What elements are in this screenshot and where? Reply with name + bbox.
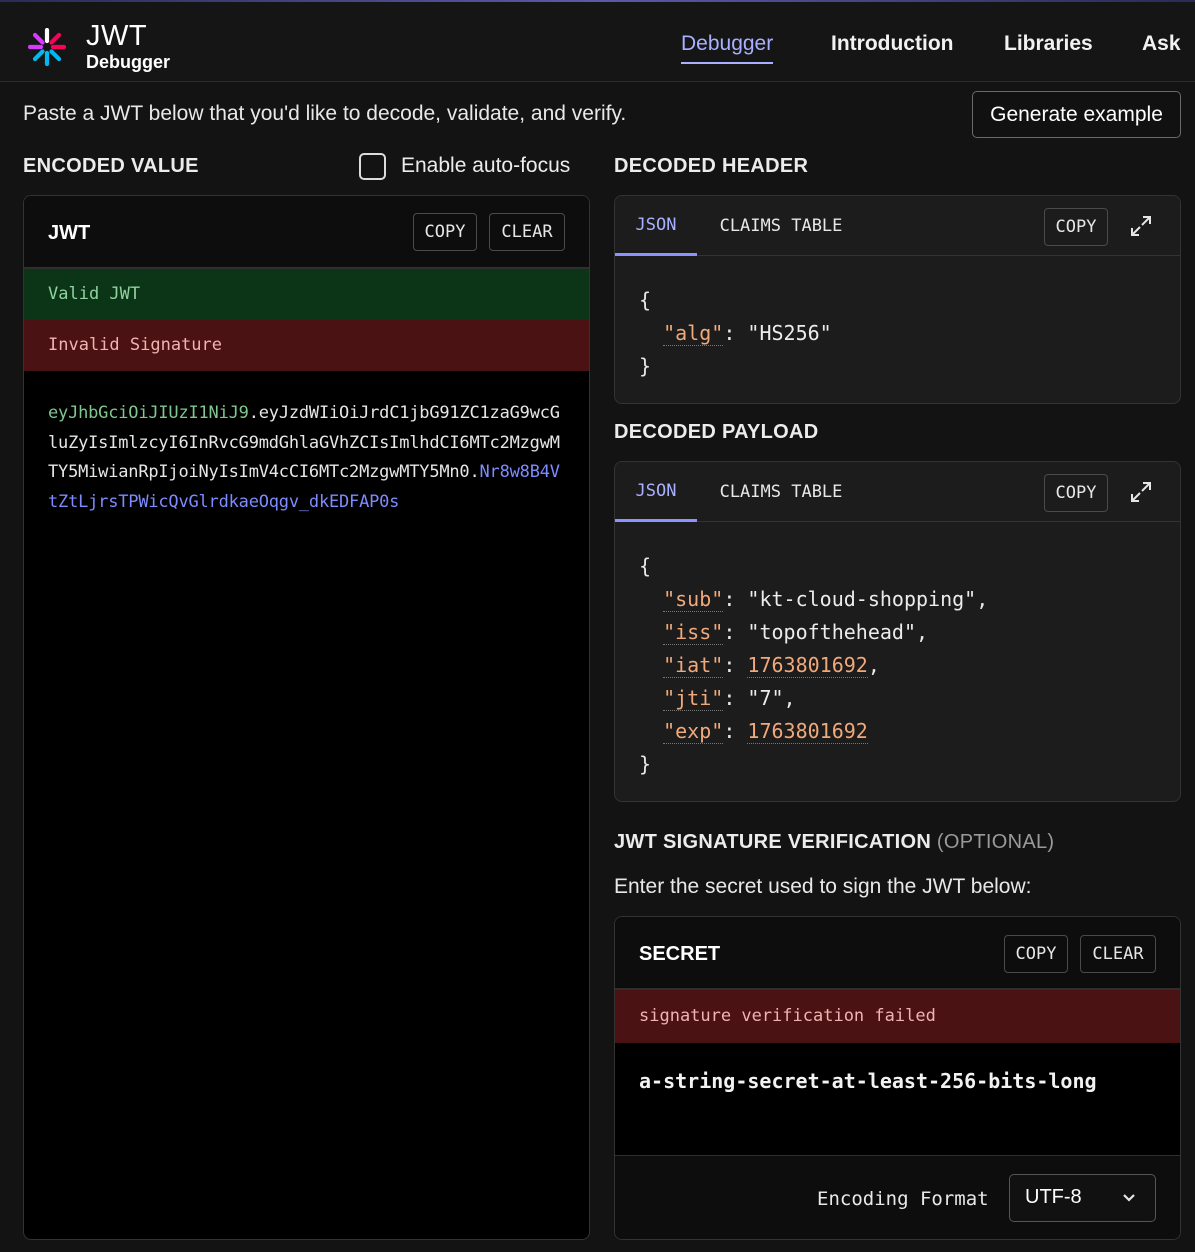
json-value-jti: "7"	[747, 686, 784, 710]
signature-failed-status: signature verification failed	[615, 990, 1180, 1043]
payload-json: { "sub": "kt-cloud-shopping", "iss": "to…	[615, 522, 1180, 801]
nav-link-debugger[interactable]: Debugger	[681, 32, 774, 64]
encoding-format-value: UTF-8	[1025, 1186, 1082, 1208]
header-copy-button[interactable]: COPY	[1044, 208, 1108, 246]
decoded-payload-panel: JSON CLAIMS TABLE COPY { "sub": "kt-clou…	[614, 461, 1181, 802]
header-expand-icon[interactable]	[1129, 214, 1153, 238]
json-key-iss: "iss"	[663, 620, 724, 645]
secret-clear-button[interactable]: CLEAR	[1080, 935, 1156, 973]
secret-input[interactable]: a-string-secret-at-least-256-bits-long	[639, 1069, 1097, 1093]
nav-link-libraries[interactable]: Libraries	[1004, 32, 1093, 56]
header-tabs: JSON CLAIMS TABLE COPY	[615, 196, 1180, 256]
json-key-alg: "alg"	[663, 321, 724, 346]
header-tab-claims-table[interactable]: CLAIMS TABLE	[711, 196, 851, 256]
brand-subtitle: Debugger	[86, 52, 171, 72]
jwt-panel-title: JWT	[48, 222, 91, 244]
invalid-signature-status: Invalid Signature	[24, 320, 589, 371]
header-tab-json[interactable]: JSON	[615, 196, 697, 256]
signature-verification-title: JWT SIGNATURE VERIFICATION (OPTIONAL)	[614, 831, 1054, 854]
json-close-brace: }	[639, 752, 652, 776]
nav-link-ask[interactable]: Ask	[1142, 32, 1181, 56]
jwt-clear-button[interactable]: CLEAR	[489, 213, 565, 251]
encoding-format-select[interactable]: UTF-8	[1009, 1174, 1156, 1222]
encoding-format-label: Encoding Format	[817, 1188, 989, 1210]
json-key-jti: "jti"	[663, 686, 724, 711]
payload-tab-json[interactable]: JSON	[615, 462, 697, 522]
encoded-jwt-panel: JWT COPY CLEAR Valid JWT Invalid Signatu…	[23, 195, 590, 1240]
json-close-brace: }	[639, 354, 652, 378]
json-value-exp: 1763801692	[747, 719, 868, 744]
token-dot: .	[248, 403, 259, 423]
json-key-sub: "sub"	[663, 587, 724, 612]
top-nav: JWT Debugger Debugger Introduction Libra…	[0, 2, 1195, 82]
json-value-sub: "kt-cloud-shopping"	[747, 587, 977, 611]
valid-jwt-status: Valid JWT	[24, 269, 589, 320]
secret-panel-title: SECRET	[639, 943, 721, 965]
encoded-token-editor[interactable]: eyJhbGciOiJIUzI1NiJ9.eyJzdWIiOiJrdC1jbG9…	[24, 371, 589, 545]
json-open-brace: {	[639, 554, 652, 578]
signature-title-text: JWT SIGNATURE VERIFICATION	[614, 831, 932, 853]
autofocus-label: Enable auto-focus	[401, 154, 571, 177]
chevron-down-icon	[1123, 1194, 1135, 1202]
enter-secret-label: Enter the secret used to sign the JWT be…	[614, 875, 1032, 898]
json-key-iat: "iat"	[663, 653, 724, 678]
autofocus-checkbox[interactable]	[359, 153, 386, 180]
brand-title: JWT	[86, 20, 148, 52]
encoded-value-title: ENCODED VALUE	[23, 155, 199, 177]
secret-copy-button[interactable]: COPY	[1004, 935, 1068, 973]
token-header-part: eyJhbGciOiJIUzI1NiJ9	[48, 403, 249, 423]
jwt-copy-button[interactable]: COPY	[413, 213, 477, 251]
nav-link-introduction[interactable]: Introduction	[831, 32, 953, 56]
generate-example-button[interactable]: Generate example	[972, 91, 1181, 138]
json-key-exp: "exp"	[663, 719, 724, 744]
json-open-brace: {	[639, 288, 652, 312]
payload-expand-icon[interactable]	[1129, 480, 1153, 504]
payload-tab-claims-table[interactable]: CLAIMS TABLE	[711, 462, 851, 522]
jwt-panel-header: JWT COPY CLEAR	[24, 196, 589, 269]
decoded-header-title: DECODED HEADER	[614, 155, 809, 177]
json-value-iss: "topofthehead"	[747, 620, 916, 644]
header-json: { "alg": "HS256" }	[615, 256, 1180, 403]
encoding-format-row: Encoding Format UTF-8	[615, 1155, 1180, 1239]
payload-copy-button[interactable]: COPY	[1044, 474, 1108, 512]
decoded-payload-title: DECODED PAYLOAD	[614, 421, 819, 443]
decoded-header-panel: JSON CLAIMS TABLE COPY { "alg": "HS256" …	[614, 195, 1181, 404]
token-dot: .	[469, 462, 480, 482]
jwt-logo-icon	[28, 28, 66, 66]
payload-tabs: JSON CLAIMS TABLE COPY	[615, 462, 1180, 522]
json-value-alg: "HS256"	[747, 321, 832, 345]
secret-panel-header: SECRET COPY CLEAR	[615, 917, 1180, 990]
json-value-iat: 1763801692	[747, 653, 868, 678]
secret-panel: SECRET COPY CLEAR signature verification…	[614, 916, 1181, 1240]
intro-text: Paste a JWT below that you'd like to dec…	[23, 102, 627, 125]
optional-label: (OPTIONAL)	[936, 831, 1055, 853]
